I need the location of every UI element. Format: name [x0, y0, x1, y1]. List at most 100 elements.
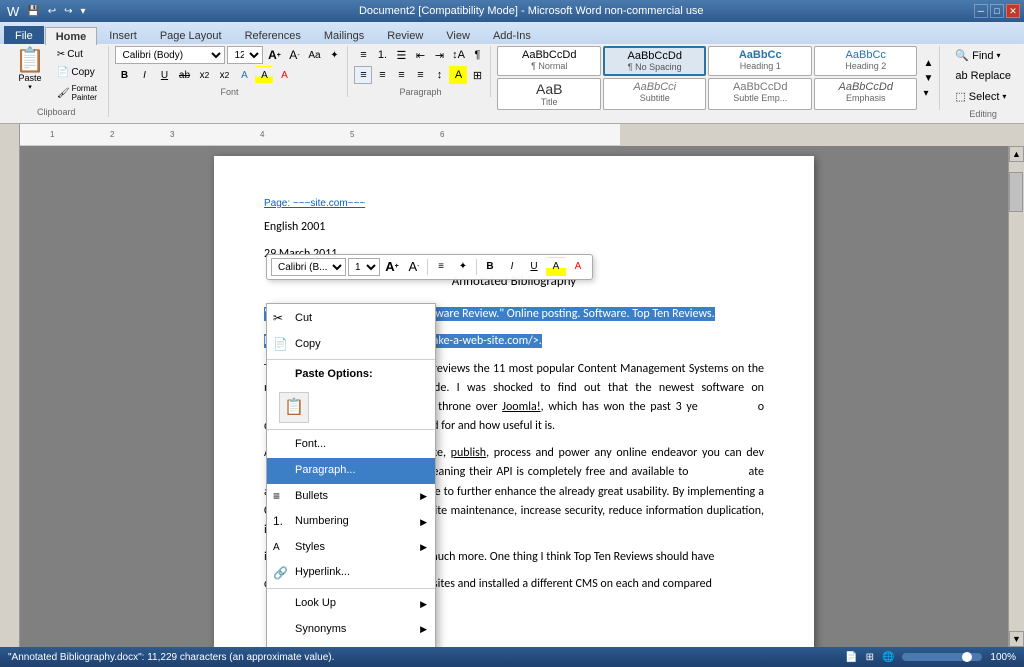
shrink-font-button[interactable]: A- [285, 46, 303, 64]
cut-button[interactable]: ✂ Cut [54, 46, 105, 63]
tab-review[interactable]: Review [376, 26, 434, 44]
styles-scroll-up[interactable]: ▲ [921, 56, 935, 71]
font-color-button[interactable]: A [275, 66, 293, 84]
text-effects-button[interactable]: A [235, 66, 253, 84]
menu-item-hyperlink[interactable]: 🔗 Hyperlink... [267, 560, 435, 586]
style-heading1[interactable]: AaBbCc Heading 1 [708, 46, 812, 76]
bold-button[interactable]: B [115, 66, 133, 84]
maximize-button[interactable]: □ [990, 4, 1004, 18]
styles-scroll-down[interactable]: ▼ [921, 71, 935, 86]
close-button[interactable]: ✕ [1006, 4, 1020, 18]
clear-format-button[interactable]: ✦ [325, 46, 343, 64]
select-button[interactable]: ⬚ Select ▾ [950, 87, 1016, 106]
status-view-print[interactable]: 📄 [845, 652, 857, 663]
borders-button[interactable]: ⊞ [468, 66, 486, 84]
align-center-button[interactable]: ≡ [373, 66, 391, 84]
replace-button[interactable]: ab Replace [950, 67, 1016, 85]
style-no-spacing[interactable]: AaBbCcDd ¶ No Spacing [603, 46, 707, 76]
strikethrough-button[interactable]: ab [175, 66, 193, 84]
mini-highlight-button[interactable]: A [546, 257, 566, 277]
mini-bold-button[interactable]: B [480, 257, 500, 277]
mini-font-select[interactable]: Calibri (B... [271, 258, 346, 276]
publish-link[interactable]: publish [451, 446, 486, 460]
undo-quick-btn[interactable]: ↩ [45, 5, 59, 18]
italic-button[interactable]: I [135, 66, 153, 84]
menu-item-lookup[interactable]: Look Up ▶ [267, 591, 435, 617]
tab-file[interactable]: File [4, 26, 44, 44]
page-header-link[interactable]: Page: ~~~site.com~~~ [264, 196, 764, 212]
more-quick-btn[interactable]: ▾ [78, 5, 89, 18]
zoom-slider[interactable] [902, 653, 982, 661]
mini-font-color-button[interactable]: A [568, 257, 588, 277]
multilevel-list-button[interactable]: ☰ [392, 46, 410, 64]
scroll-track[interactable] [1009, 162, 1024, 631]
font-size-select[interactable]: 12 [227, 46, 263, 64]
find-button[interactable]: 🔍 Find ▾ [950, 46, 1016, 65]
subscript-button[interactable]: x2 [195, 66, 213, 84]
zoom-thumb[interactable] [962, 652, 972, 662]
menu-item-bullets[interactable]: ≡ Bullets ▶ [267, 484, 435, 510]
align-left-button[interactable]: ≡ [354, 66, 372, 84]
style-subtitle[interactable]: AaBbCci Subtitle [603, 78, 707, 110]
font-name-select[interactable]: Calibri (Body) [115, 46, 225, 64]
style-title[interactable]: AaB Title [497, 78, 601, 110]
style-emphasis[interactable]: AaBbCcDd Emphasis [814, 78, 918, 110]
tab-insert[interactable]: Insert [98, 26, 148, 44]
status-view-fullscreen[interactable]: ⊞ [866, 652, 874, 663]
document-scroll[interactable]: Page: ~~~site.com~~~ English 2001 29 Mar… [20, 146, 1008, 647]
tab-home[interactable]: Home [45, 27, 98, 45]
document-page[interactable]: Page: ~~~site.com~~~ English 2001 29 Mar… [214, 156, 814, 647]
align-right-button[interactable]: ≡ [392, 66, 410, 84]
style-heading2[interactable]: AaBbCc Heading 2 [814, 46, 918, 76]
mini-format-button[interactable]: ≡ [431, 257, 451, 277]
mini-grow-button[interactable]: A+ [382, 257, 402, 277]
shading-button[interactable]: A [449, 66, 467, 84]
grow-font-button[interactable]: A+ [265, 46, 283, 64]
mini-shrink-button[interactable]: A- [404, 257, 424, 277]
tab-view[interactable]: View [435, 26, 481, 44]
tab-references[interactable]: References [234, 26, 312, 44]
change-case-button[interactable]: Aa [305, 46, 323, 64]
tab-add-ins[interactable]: Add-Ins [482, 26, 542, 44]
redo-quick-btn[interactable]: ↪ [61, 5, 75, 18]
highlight-color-button[interactable]: A [255, 66, 273, 84]
menu-item-synonyms[interactable]: Synonyms ▶ [267, 617, 435, 643]
menu-item-styles[interactable]: A Styles ▶ [267, 535, 435, 561]
numbering-button[interactable]: 1. [373, 46, 391, 64]
menu-item-numbering[interactable]: 1. Numbering ▶ [267, 509, 435, 535]
styles-more[interactable]: ▾ [921, 86, 935, 101]
bullets-button[interactable]: ≡ [354, 46, 372, 64]
underline-button[interactable]: U [155, 66, 173, 84]
paste-button[interactable]: 📋 Paste ▾ [8, 46, 52, 106]
mini-clear-button[interactable]: ✦ [453, 257, 473, 277]
increase-indent-button[interactable]: ⇥ [430, 46, 448, 64]
mini-size-select[interactable]: 12 [348, 258, 380, 276]
line-spacing-button[interactable]: ↕ [430, 66, 448, 84]
scroll-up-button[interactable]: ▲ [1009, 146, 1024, 162]
menu-item-translate[interactable]: 🌐 Translate [267, 642, 435, 647]
show-hide-button[interactable]: ¶ [468, 46, 486, 64]
minimize-button[interactable]: ─ [974, 4, 988, 18]
joomla-link[interactable]: Joomla! [502, 400, 540, 414]
decrease-indent-button[interactable]: ⇤ [411, 46, 429, 64]
style-normal[interactable]: AaBbCcDd ¶ Normal [497, 46, 601, 76]
superscript-button[interactable]: x2 [215, 66, 233, 84]
menu-item-copy[interactable]: 📄 Copy [267, 332, 435, 358]
paste-option-icon[interactable]: 📋 [279, 392, 309, 424]
scroll-thumb[interactable] [1009, 172, 1023, 212]
mini-underline-button[interactable]: U [524, 257, 544, 277]
menu-item-paste-icons[interactable]: 📋 [267, 388, 435, 428]
tab-page-layout[interactable]: Page Layout [149, 26, 233, 44]
justify-button[interactable]: ≡ [411, 66, 429, 84]
mini-italic-button[interactable]: I [502, 257, 522, 277]
format-painter-button[interactable]: 🖌 Format Painter [54, 82, 105, 106]
copy-button[interactable]: 📄 Copy [54, 64, 105, 81]
menu-item-paragraph[interactable]: Paragraph... [267, 458, 435, 484]
sort-button[interactable]: ↕A [449, 46, 467, 64]
status-view-web[interactable]: 🌐 [882, 652, 894, 663]
scroll-down-button[interactable]: ▼ [1009, 631, 1024, 647]
menu-item-font[interactable]: Font... [267, 432, 435, 458]
style-subtle-emphasis[interactable]: AaBbCcDd Subtle Emp... [708, 78, 812, 110]
menu-item-cut[interactable]: ✂ Cut [267, 306, 435, 332]
save-quick-btn[interactable]: 💾 [24, 5, 42, 18]
